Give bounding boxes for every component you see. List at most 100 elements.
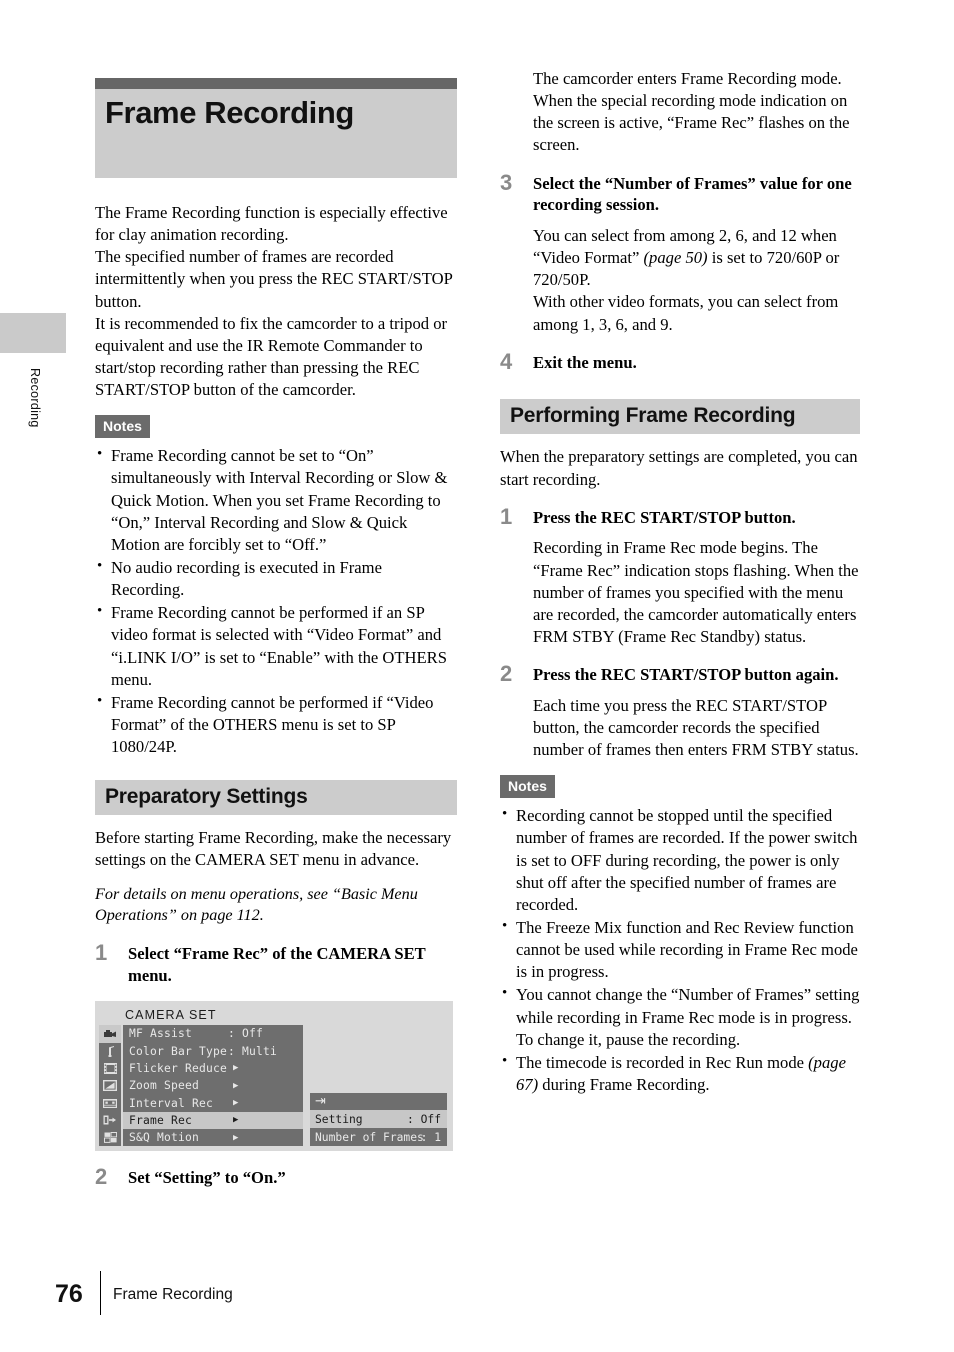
list-item: The Freeze Mix function and Rec Review f… [500,916,860,983]
video-out-icon[interactable] [99,1112,121,1129]
chevron-right-icon: ▶ [233,1063,239,1074]
chevron-right-icon: ▶ [233,1098,239,1109]
step-1-select-frame-rec: 1 Select “Frame Rec” of the CAMERA SET m… [95,939,457,986]
list-item: The timecode is recorded in Rec Run mode… [500,1051,860,1096]
step-lead: Select “Frame Rec” of the CAMERA SET men… [128,943,426,985]
menu-row-value: : Multi [228,1044,278,1058]
step-3-select-number-of-frames: 3 Select the “Number of Frames” value fo… [500,169,860,336]
section-heading-preparatory-settings: Preparatory Settings [95,780,457,816]
step-lead: Select the “Number of Frames” value for … [533,173,852,215]
chevron-right-icon: ▶ [233,1132,239,1143]
menu-row-label: MF Assist [129,1027,193,1041]
right-column: The camcorder enters Frame Recording mod… [500,68,860,1097]
list-item: No audio recording is executed in Frame … [95,556,457,601]
menu-row-label: Frame Rec [129,1113,193,1127]
note4-head: The timecode is recorded in Rec Run mode [516,1052,809,1072]
list-item: Recording cannot be stopped until the sp… [500,804,860,916]
step-lead: Press the REC START/STOP button. [533,507,796,527]
step-4-exit-menu: 4 Exit the menu. [500,348,860,374]
menu-item-list: MF Assist : Off Color Bar Type : Multi F… [123,1025,303,1147]
camera-set-menu-screenshot: CAMERA SET MF Assist: Off Color Bar Typ… [95,1001,453,1152]
menu-row-sq-motion[interactable]: S&Q Motion ▶ [123,1129,303,1146]
submenu-row-label: Setting [315,1112,363,1126]
intro-paragraph-1: The Frame Recording function is especial… [95,203,448,245]
menu-row-color-bar-type[interactable]: Color Bar Type : Multi [123,1043,303,1060]
step-2-set-setting-on: 2 Set “Setting” to “On.” [95,1164,457,1190]
frame-rec-submenu: ⇥ Setting : Off Number of Frames : 1 [310,1093,447,1147]
step-number: 2 [95,1164,108,1190]
menu-title: CAMERA SET [125,1008,217,1023]
chapter-side-tab-label: Recording [28,368,42,428]
menu-icon-sidebar [99,1025,121,1147]
footer-title: Frame Recording [113,1286,233,1303]
audio-note-icon[interactable] [99,1043,121,1060]
notes-list-right: Recording cannot be stopped until the sp… [500,804,860,1096]
step-lead: Exit the menu. [533,352,637,372]
step-number: 1 [500,503,513,529]
lcd-screen-icon[interactable] [99,1077,121,1094]
menu-row-flicker-reduce[interactable]: Flicker Reduce ▶ [123,1060,303,1077]
menu-row-frame-rec[interactable]: Frame Rec ▶ [123,1111,303,1130]
menu-row-mf-assist[interactable]: MF Assist : Off [123,1025,303,1042]
list-item: You cannot change the “Number of Frames”… [500,983,860,1050]
page-title: Frame Recording [105,95,354,130]
step-sub-text: You can select from among 2, 6, and 12 w… [533,225,860,291]
menu-row-label: Flicker Reduce [129,1061,228,1075]
chapter-banner-topbar [95,78,457,89]
step-number: 2 [500,661,513,687]
preparatory-italic-note: For details on menu operations, see “Bas… [95,884,418,925]
notes-badge-right: Notes [500,775,555,799]
perform-step-1-press-rec: 1 Press the REC START/STOP button. Recor… [500,503,860,648]
submenu-header: ⇥ [310,1093,447,1110]
submenu-row-value: : 1 [420,1130,441,1144]
chevron-right-icon: ▶ [233,1080,239,1091]
left-column: Frame Recording The Frame Recording func… [95,78,457,1189]
return-arrow-icon[interactable]: ⇥ [315,1095,326,1108]
step-2-continuation-1: The camcorder enters Frame Recording mod… [533,69,842,88]
step-number: 4 [500,348,513,374]
submenu-row-value: : Off [406,1112,441,1126]
step-number: 3 [500,169,513,195]
film-strip-icon[interactable] [99,1060,121,1077]
step-lead: Set “Setting” to “On.” [128,1168,286,1188]
intro-paragraph-3: It is recommended to fix the camcorder t… [95,313,448,400]
step3-sub-b: With other video formats, you can select… [533,292,839,334]
list-item: Frame Recording cannot be set to “On” si… [95,444,457,556]
others-grid-icon[interactable] [99,1129,121,1146]
performing-intro: When the preparatory settings are comple… [500,447,858,489]
chapter-banner: Frame Recording [95,78,457,178]
menu-row-label: Zoom Speed [129,1079,200,1093]
perform-step-2-press-rec-again: 2 Press the REC START/STOP button again.… [500,661,860,761]
list-item: Frame Recording cannot be performed if “… [95,691,457,758]
menu-row-label: Interval Rec [129,1096,214,1110]
submenu-row-setting[interactable]: Setting : Off [310,1110,447,1129]
step-lead: Press the REC START/STOP button again. [533,665,839,685]
page-reference-50: (page 50) [643,248,708,268]
section-heading-label: Preparatory Settings [105,785,308,809]
step-2-continuation-2: When the special recording mode indicati… [533,91,850,155]
menu-row-value: : Off [228,1027,264,1041]
notes-list-left: Frame Recording cannot be set to “On” si… [95,444,457,758]
section-heading-performing-frame-recording: Performing Frame Recording [500,399,860,435]
notes-badge-left: Notes [95,415,150,439]
submenu-row-number-of-frames[interactable]: Number of Frames : 1 [310,1128,447,1146]
menu-row-interval-rec[interactable]: Interval Rec ▶ [123,1094,303,1111]
camera-icon[interactable] [99,1025,121,1043]
footer-divider [100,1271,101,1315]
chapter-side-tab-block [0,313,66,353]
step-sub-text: Recording in Frame Rec mode begins. The … [533,538,859,647]
step-sub-text: Each time you press the REC START/STOP b… [533,695,859,760]
intro-paragraph-2: The specified number of frames are recor… [95,247,453,311]
tape-cassette-icon[interactable] [99,1094,121,1111]
submenu-row-label: Number of Frames [315,1130,424,1144]
menu-row-zoom-speed[interactable]: Zoom Speed ▶ [123,1077,303,1094]
list-item: Frame Recording cannot be performed if a… [95,601,457,691]
menu-row-label: Color Bar Type [129,1044,228,1058]
chevron-right-icon: ▶ [233,1115,239,1126]
page-number: 76 [55,1280,83,1308]
step-number: 1 [95,939,108,965]
page-footer: 76 Frame Recording [55,1271,475,1319]
note4-tail: during Frame Recording. [538,1075,710,1095]
preparatory-intro: Before starting Frame Recording, make th… [95,828,452,870]
section-heading-label: Performing Frame Recording [510,404,796,428]
